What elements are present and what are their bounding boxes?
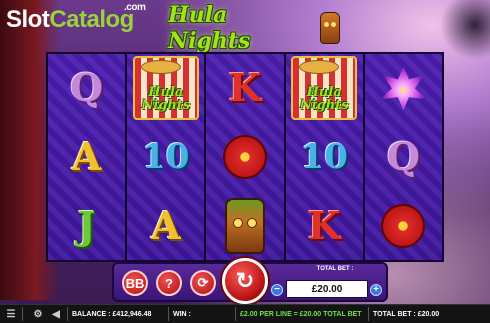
divider: [168, 307, 169, 321]
sound-speaker-icon[interactable]: ◀: [49, 307, 63, 321]
status-bar: ☰ ⚙ ◀ BALANCE : £412,946.48 WIN : £2.00 …: [0, 304, 490, 323]
spin-arrow-icon: ↻: [235, 268, 255, 293]
j-symbol-icon: J: [77, 202, 96, 248]
autoplay-button[interactable]: BB: [122, 270, 148, 296]
ten-symbol-icon: 10: [300, 137, 348, 177]
straw-hat-icon: [299, 60, 340, 75]
reel-1-row-2: A: [48, 123, 125, 192]
red-flower-icon: [381, 203, 426, 248]
ten-symbol-icon: 10: [142, 137, 190, 177]
refresh-icon: ⟳: [197, 275, 209, 290]
reel-4-row-3: K: [286, 191, 363, 260]
reel-4-row-1: Hula Nights: [286, 54, 363, 123]
bet-increase-button[interactable]: +: [370, 284, 382, 296]
logo-com-text: .com: [124, 2, 146, 13]
game-title-text: Hula Nights: [168, 2, 251, 54]
divider: [368, 307, 369, 321]
total-bet-status-text: TOTAL BET : £20.00: [373, 310, 440, 318]
title-tiki-icon: [320, 12, 340, 44]
k-symbol-icon: K: [228, 65, 262, 111]
reel-3-row-3: [206, 191, 283, 260]
divider: [235, 307, 236, 321]
options-button[interactable]: ⟳: [190, 270, 216, 296]
reel-5: Q: [364, 54, 443, 260]
reel-3: K: [206, 54, 286, 260]
reel-4: Hula Nights 10 K: [285, 54, 365, 260]
reel-2: Hula Nights 10 A: [127, 54, 207, 260]
hula-nights-wild-icon: Hula Nights: [291, 56, 358, 121]
wild-symbol-text: Hula Nights: [141, 85, 191, 114]
win-text: WIN :: [173, 310, 191, 318]
reel-3-row-2: [206, 123, 283, 192]
a-symbol-icon: A: [151, 202, 181, 248]
wild-symbol-text: Hula Nights: [299, 85, 349, 114]
reel-1-row-1: Q: [48, 54, 125, 123]
hula-nights-wild-icon: Hula Nights: [132, 56, 199, 121]
per-line-text: £2.00 PER LINE = £20.00 TOTAL BET: [240, 310, 362, 318]
reel-3-row-1: K: [206, 54, 283, 123]
bet-decrease-button[interactable]: −: [271, 284, 283, 296]
q-symbol-icon: Q: [70, 65, 104, 111]
total-bet-value: £20.00: [286, 280, 368, 298]
menu-icon[interactable]: ☰: [4, 307, 18, 321]
reel-1: Q A J: [48, 54, 128, 260]
purple-lotus-icon: [380, 66, 427, 111]
reel-5-row-2: Q: [365, 123, 442, 192]
logo-slot-text: Slot: [6, 6, 50, 33]
straw-hat-icon: [140, 60, 181, 75]
divider: [67, 307, 68, 321]
spin-button[interactable]: ↻: [222, 258, 268, 304]
control-bar: BB ? ⟳ ↻ TOTAL BET : − £20.00 +: [112, 258, 388, 304]
reel-2-row-2: 10: [127, 123, 204, 192]
reel-5-row-1: [365, 54, 442, 123]
settings-gear-icon[interactable]: ⚙: [31, 307, 45, 321]
reel-2-row-3: A: [127, 191, 204, 260]
reel-2-row-1: Hula Nights: [127, 54, 204, 123]
game-title: Hula Nights: [168, 2, 344, 54]
a-symbol-icon: A: [71, 134, 102, 179]
reel-5-row-3: [365, 191, 442, 260]
k-symbol-icon: K: [307, 202, 341, 248]
red-flower-icon: [223, 135, 267, 179]
q-symbol-icon: Q: [386, 134, 420, 179]
reel-grid: Q A J Hula Nights 10 A K Hula Nights 10 …: [46, 52, 444, 262]
total-bet-label: TOTAL BET :: [316, 266, 354, 272]
reel-4-row-2: 10: [286, 123, 363, 192]
balance-text: BALANCE : £412,946.48: [72, 310, 152, 318]
divider: [22, 307, 23, 321]
logo-catalog-text: Catalog: [49, 6, 134, 33]
help-button[interactable]: ?: [156, 270, 182, 296]
tiki-mask-icon: [225, 197, 265, 254]
slotcatalog-logo: SlotCatalog .com: [6, 2, 146, 42]
reel-1-row-3: J: [48, 191, 125, 260]
